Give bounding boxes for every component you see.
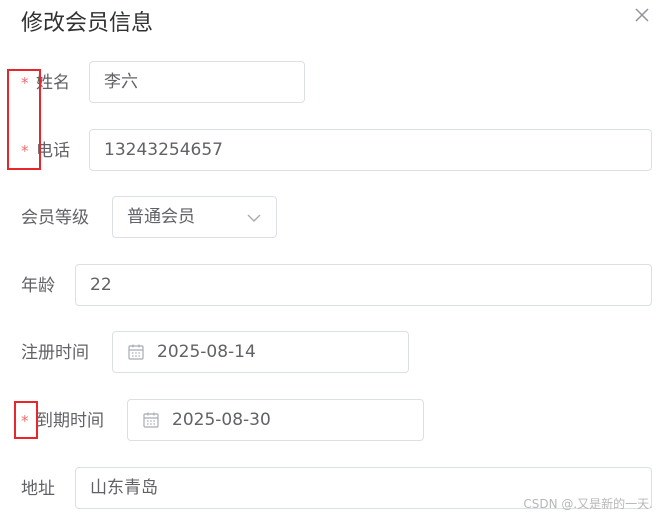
name-label: 姓名: [36, 73, 70, 93]
form-item-expire-time: * 到期时间 2025-08-30: [0, 399, 661, 443]
close-button[interactable]: [632, 5, 652, 25]
expire-time-value: 2025-08-30: [172, 410, 271, 430]
form-item-phone: * 电话 13243254657: [0, 129, 661, 173]
dialog-title: 修改会员信息: [21, 11, 154, 36]
address-value: 山东青岛: [90, 478, 158, 498]
register-time-picker[interactable]: 2025-08-14: [112, 331, 409, 373]
form-item-age: 年龄 22: [0, 264, 661, 308]
phone-value: 13243254657: [104, 140, 223, 160]
calendar-icon: [128, 344, 144, 360]
age-value: 22: [90, 275, 112, 295]
level-select[interactable]: 普通会员: [112, 196, 277, 238]
calendar-icon: [143, 412, 159, 428]
chevron-down-icon: [247, 214, 261, 222]
phone-input[interactable]: 13243254657: [89, 129, 652, 171]
age-label: 年龄: [21, 276, 55, 296]
register-time-value: 2025-08-14: [157, 342, 256, 362]
expire-time-picker[interactable]: 2025-08-30: [127, 399, 424, 441]
phone-label: 电话: [36, 141, 70, 161]
close-icon: [635, 8, 649, 22]
form-item-register-time: 注册时间 2025-08-14: [0, 331, 661, 375]
expire-time-label: 到期时间: [36, 411, 104, 431]
watermark: CSDN @.又是新的一天.: [523, 497, 653, 511]
form-item-level: 会员等级 普通会员: [0, 196, 661, 240]
address-label: 地址: [21, 479, 55, 499]
highlight-box: [14, 401, 38, 439]
age-input[interactable]: 22: [75, 264, 652, 306]
name-value: 李六: [104, 72, 138, 92]
form-item-name: * 姓名 李六: [0, 61, 661, 105]
level-value: 普通会员: [127, 207, 195, 227]
name-input[interactable]: 李六: [89, 61, 305, 103]
register-time-label: 注册时间: [21, 343, 89, 363]
level-label: 会员等级: [21, 208, 89, 228]
highlight-box: [7, 69, 41, 170]
